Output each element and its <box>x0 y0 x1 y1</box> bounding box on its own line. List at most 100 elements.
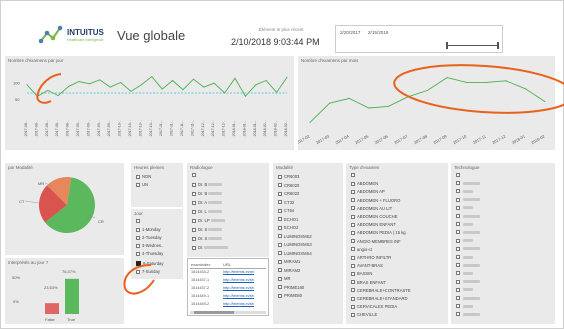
checkbox[interactable] <box>278 225 282 230</box>
table-row[interactable]: 1514433-2 http://telemis.evar/ <box>190 270 266 277</box>
date-range-slicer[interactable]: 2/20/2017 2/15/2018 <box>335 25 503 53</box>
checkbox[interactable] <box>278 276 282 281</box>
exam-type-item[interactable]: CEREBRALE+CONTRASTE <box>351 288 411 293</box>
exam-url-table[interactable]: examindex URL 1514433-2 http://telemis.ev… <box>187 258 269 316</box>
checkbox[interactable] <box>136 251 140 256</box>
exam-type-item[interactable]: AVANT-BRAS <box>351 263 383 268</box>
exam-type-item[interactable]: CHEVILLE <box>351 312 377 317</box>
modality-item[interactable]: ECHO1 <box>278 217 298 222</box>
technologist-item[interactable] <box>456 197 480 202</box>
date-from[interactable]: 2/20/2017 <box>340 30 360 35</box>
checkbox[interactable] <box>351 255 355 260</box>
date-to[interactable]: 2/15/2018 <box>368 30 388 35</box>
modality-item[interactable]: LUMINOSMS4 <box>278 251 312 256</box>
modality-item[interactable]: CT64 <box>278 208 294 213</box>
technologist-slicer[interactable]: Technologue <box>451 163 555 324</box>
technologist-item[interactable] <box>456 173 462 177</box>
day-slicer[interactable]: Jour 1-Monday 2-Tuesday 3-Wednes.. 4-Thu… <box>131 209 183 279</box>
exam-type-item[interactable]: ARTHRO INFILTR <box>351 255 391 260</box>
checkbox[interactable] <box>351 312 355 317</box>
table-row[interactable]: 1514437-2 http://telemis.evar/ <box>190 286 266 293</box>
checkbox[interactable] <box>351 280 355 285</box>
modality-item[interactable]: MIRAM2 <box>278 268 300 273</box>
exam-type-item[interactable]: BASSIN <box>351 271 372 276</box>
exam-type-item[interactable]: ABDOMEN AU LIT <box>351 206 392 211</box>
radiologist-item[interactable]: Dr. B <box>192 182 223 187</box>
technologist-item[interactable] <box>456 181 480 186</box>
checkbox[interactable] <box>456 312 460 317</box>
day-item[interactable]: 4-Thursday <box>136 251 163 256</box>
exam-type-item[interactable]: ABDOMEN AP <box>351 189 385 194</box>
checkbox[interactable] <box>136 243 140 248</box>
modality-item[interactable]: MIRAM1 <box>278 259 300 264</box>
checkbox[interactable] <box>456 181 460 186</box>
checkbox[interactable] <box>456 197 460 202</box>
checkbox[interactable] <box>192 182 196 187</box>
checkbox[interactable] <box>136 174 140 179</box>
checkbox[interactable] <box>192 227 196 232</box>
checkbox[interactable] <box>192 173 196 177</box>
checkbox[interactable] <box>456 189 460 194</box>
modality-item[interactable]: PRIME160 <box>278 285 304 290</box>
technologist-item[interactable] <box>456 312 480 317</box>
day-item[interactable] <box>136 219 142 223</box>
checkbox[interactable] <box>351 222 355 227</box>
checkbox-checked[interactable] <box>136 261 141 266</box>
url-link[interactable]: http://telemis.evar/ <box>223 286 254 290</box>
checkbox[interactable] <box>456 304 460 309</box>
exam-type-item[interactable]: CERVICALES PEDIA <box>351 304 397 309</box>
exam-type-item[interactable]: CEREBRALE+STANDARD <box>351 296 408 301</box>
checkbox[interactable] <box>278 251 282 255</box>
url-link[interactable]: http://telemis.evar/ <box>223 278 254 282</box>
checkbox[interactable] <box>192 245 196 250</box>
modality-item[interactable]: CR6003 <box>278 174 299 179</box>
technologist-item[interactable] <box>456 304 473 309</box>
day-item-selected[interactable]: 6-Saturday <box>136 261 163 266</box>
table-row[interactable]: 1514449-2 http://telemis.evar/ <box>190 302 266 309</box>
modality-item[interactable]: LUMINOSMS3 <box>278 242 312 247</box>
radiologist-item[interactable]: Dr. L <box>192 209 222 214</box>
day-item[interactable]: 7-Sunday <box>136 269 160 274</box>
checkbox[interactable] <box>192 236 196 241</box>
urgence-item[interactable]: UN <box>136 182 148 187</box>
technologist-item[interactable] <box>456 271 473 276</box>
technologist-item[interactable] <box>456 205 473 210</box>
technologist-item[interactable] <box>456 255 473 259</box>
technologist-item[interactable] <box>456 279 480 284</box>
checkbox[interactable] <box>456 222 460 227</box>
checkbox[interactable] <box>351 239 355 244</box>
radiologist-item[interactable] <box>192 173 198 177</box>
radiologist-item[interactable]: Dr. LP <box>192 218 225 223</box>
checkbox[interactable] <box>351 271 355 276</box>
radiologist-item[interactable]: Dr. S <box>192 227 223 232</box>
exam-type-item[interactable]: ANGIO MEMBRES INF <box>351 239 401 244</box>
checkbox[interactable] <box>456 230 460 235</box>
exam-type-item[interactable]: ABDOMEN PEDIA ( 15 kg <box>351 230 406 235</box>
modality-pie-panel[interactable]: par Modalité MR CT CR <box>5 163 124 255</box>
radiologist-item[interactable]: Dr. <box>192 245 229 250</box>
checkbox[interactable] <box>456 296 460 300</box>
checkbox[interactable] <box>192 191 196 196</box>
table-header-url[interactable]: URL <box>223 262 231 267</box>
checkbox[interactable] <box>278 259 282 264</box>
modality-item[interactable]: CR6022 <box>278 191 299 196</box>
technologist-item[interactable] <box>456 296 480 300</box>
url-link[interactable]: http://telemis.evar/ <box>223 294 254 298</box>
checkbox[interactable] <box>192 218 196 223</box>
radiologist-item[interactable]: Dr. A <box>192 200 223 205</box>
checkbox[interactable] <box>278 183 282 187</box>
url-link[interactable]: http://telemis.evar/ <box>223 270 254 274</box>
checkbox[interactable] <box>351 296 355 301</box>
checkbox[interactable] <box>136 219 140 223</box>
checkbox[interactable] <box>278 200 282 204</box>
monthly-exams-chart[interactable]: Nombre d'examens par mois 2017-02 2017-03… <box>298 56 555 150</box>
checkbox[interactable] <box>351 181 355 186</box>
exam-type-item[interactable]: ABDOMEN ENFANT <box>351 222 396 227</box>
checkbox[interactable] <box>456 246 460 251</box>
exam-type-item[interactable]: ABDOMEN + FLUORO <box>351 198 400 203</box>
checkbox[interactable] <box>278 268 282 272</box>
exam-type-item[interactable]: ABDOMEN COUCHE <box>351 214 397 219</box>
checkbox[interactable] <box>136 235 140 240</box>
horizontal-scrollbar[interactable] <box>190 311 266 314</box>
checkbox[interactable] <box>351 247 355 252</box>
